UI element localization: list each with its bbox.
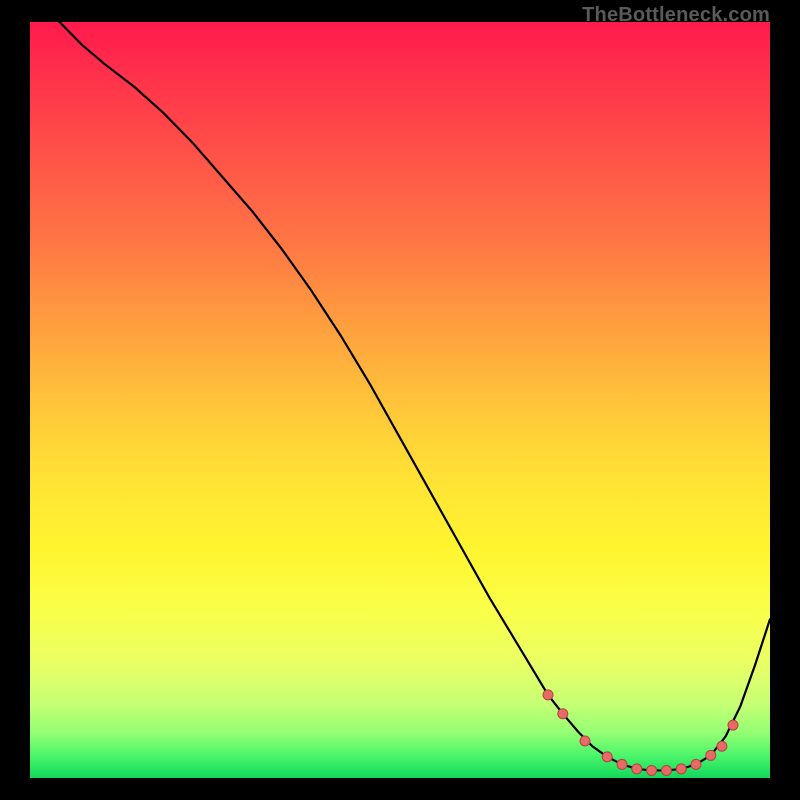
curve-marker (676, 764, 686, 774)
curve-marker (558, 709, 568, 719)
curve-marker (602, 752, 612, 762)
curve-marker (617, 759, 627, 769)
curve-marker (543, 690, 553, 700)
bottleneck-curve (30, 22, 770, 778)
curve-marker (647, 765, 657, 775)
curve-marker (632, 764, 642, 774)
curve-marker (580, 736, 590, 746)
curve-marker (728, 720, 738, 730)
curve-marker (706, 750, 716, 760)
curve-marker (661, 765, 671, 775)
curve-marker (691, 759, 701, 769)
chart-frame: TheBottleneck.com (0, 0, 800, 800)
curve-path (60, 22, 770, 770)
curve-marker (717, 741, 727, 751)
marker-group (543, 690, 738, 776)
